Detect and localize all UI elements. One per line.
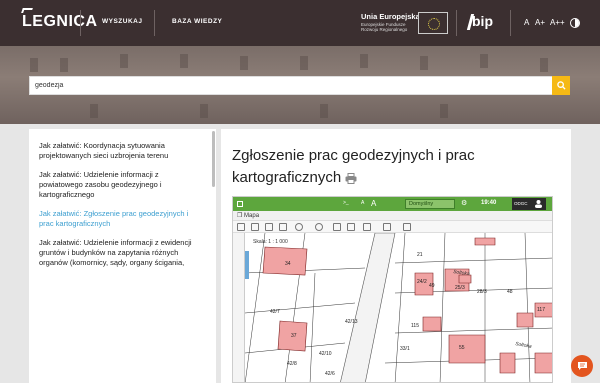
sidebar-item-land-registry-info[interactable]: Jak załatwić: Udzielenie informacji z ew… bbox=[39, 238, 204, 268]
parcel-label: 115 bbox=[411, 323, 419, 329]
site-logo[interactable]: LEGNICA bbox=[22, 13, 98, 31]
map-pan-tool-icon[interactable] bbox=[265, 223, 273, 231]
map-home-tool-icon[interactable] bbox=[237, 223, 245, 231]
page-title: Zgłoszenie prac geodezyjnych i prac kart… bbox=[232, 145, 552, 189]
parcel-label: 37 bbox=[291, 333, 297, 339]
search-icon bbox=[556, 81, 566, 90]
map-side-panel[interactable] bbox=[233, 233, 245, 382]
divider bbox=[154, 10, 155, 36]
nav-knowledge-base-link[interactable]: BAZA WIEDZY bbox=[172, 18, 222, 25]
parcel-label: 33/1 bbox=[400, 346, 410, 352]
parcel-label: 42/7 bbox=[270, 309, 280, 315]
chat-button[interactable] bbox=[571, 355, 593, 377]
map-draw-tool-icon[interactable] bbox=[403, 223, 411, 231]
parcel-label: 21 bbox=[417, 252, 423, 258]
parcel-label: 28/3 bbox=[477, 289, 487, 295]
eu-flag-icon bbox=[418, 12, 448, 34]
parcel-label: 25/3 bbox=[455, 285, 465, 291]
map-toolbar-top: >_ A A Domyślny ⚙ 19:40 ODGC bbox=[233, 197, 552, 211]
map-settings-icon[interactable]: ⚙ bbox=[461, 199, 467, 209]
sidebar-item-survey-notification[interactable]: Jak załatwić: Zgłoszenie prac geodezyjny… bbox=[39, 209, 204, 229]
parcel-label: 34 bbox=[285, 261, 291, 267]
map-canvas[interactable]: Skala: 1 : 1 000 34 21 24/2 49 25/3 28/3… bbox=[245, 233, 553, 383]
parcel-label: 42/13 bbox=[345, 319, 358, 325]
search-input[interactable] bbox=[29, 76, 553, 95]
map-layers-tool-icon[interactable] bbox=[251, 223, 259, 231]
map-tools bbox=[233, 221, 552, 233]
chat-icon bbox=[577, 362, 587, 370]
map-console-icon[interactable]: >_ bbox=[343, 200, 349, 210]
eu-title: Unia Europejska bbox=[361, 12, 420, 21]
map-user[interactable]: ODGC bbox=[512, 198, 546, 210]
font-size-xlarge-button[interactable]: A++ bbox=[550, 18, 565, 27]
parcel-label: 55 bbox=[459, 345, 465, 351]
font-size-large-button[interactable]: A+ bbox=[535, 18, 545, 27]
contrast-icon[interactable] bbox=[570, 18, 580, 28]
map-window-icon: ❐ bbox=[237, 213, 245, 219]
map-scale: Skala: 1 : 1 000 bbox=[253, 239, 288, 245]
map-print-tool-icon[interactable] bbox=[363, 223, 371, 231]
sidebar-scrollbar[interactable] bbox=[212, 131, 215, 187]
print-icon[interactable] bbox=[345, 172, 357, 184]
parcel-label: 42/6 bbox=[325, 371, 335, 377]
sidebar-item-geodetic-info[interactable]: Jak załatwić: Udzielenie informacji z po… bbox=[39, 170, 204, 200]
bip-link[interactable]: bip bbox=[472, 13, 493, 29]
map-zoom-tool-icon[interactable] bbox=[295, 223, 303, 231]
map-time: 19:40 bbox=[481, 200, 497, 206]
map-user-name: ODGC bbox=[514, 201, 528, 206]
search-button[interactable] bbox=[552, 76, 570, 95]
nav-search-link[interactable]: WYSZUKAJ bbox=[102, 18, 142, 25]
user-icon bbox=[535, 200, 542, 208]
map-menu-icon[interactable] bbox=[237, 201, 243, 207]
divider bbox=[510, 10, 511, 36]
map-screenshot: >_ A A Domyślny ⚙ 19:40 ODGC ❐ Mapa Skal… bbox=[232, 196, 553, 383]
map-text-size-icon[interactable]: A bbox=[371, 199, 376, 209]
parcel-label: 49 bbox=[429, 283, 435, 289]
sidebar-item-coordination[interactable]: Jak załatwić: Koordynacja sytuowania pro… bbox=[39, 141, 204, 161]
map-grid-tool-icon[interactable] bbox=[279, 223, 287, 231]
eu-subtitle: Europejskie Fundusze Rozwoju Regionalneg… bbox=[361, 22, 408, 32]
parcel-label: 24/2 bbox=[417, 279, 427, 285]
map-info-tool-icon[interactable] bbox=[315, 223, 323, 231]
map-profile-select[interactable]: Domyślny bbox=[405, 199, 455, 209]
parcel-label: 42/8 bbox=[287, 361, 297, 367]
map-select-tool-icon[interactable] bbox=[347, 223, 355, 231]
parcel-label: 117 bbox=[537, 307, 545, 313]
top-bar: LEGNICA WYSZUKAJ BAZA WIEDZY Unia Europe… bbox=[0, 0, 600, 46]
font-size-normal-button[interactable]: A bbox=[524, 18, 529, 27]
map-title: Mapa bbox=[244, 213, 260, 219]
parcel-label: 48 bbox=[507, 289, 513, 295]
map-titlebar: ❐ Mapa bbox=[233, 211, 552, 221]
divider bbox=[456, 10, 457, 36]
map-edit-tool-icon[interactable] bbox=[383, 223, 391, 231]
map-zoom-text-icon[interactable]: A bbox=[361, 200, 364, 210]
parcel-label: 42/10 bbox=[319, 351, 332, 357]
map-measure-tool-icon[interactable] bbox=[333, 223, 341, 231]
divider bbox=[80, 10, 81, 36]
